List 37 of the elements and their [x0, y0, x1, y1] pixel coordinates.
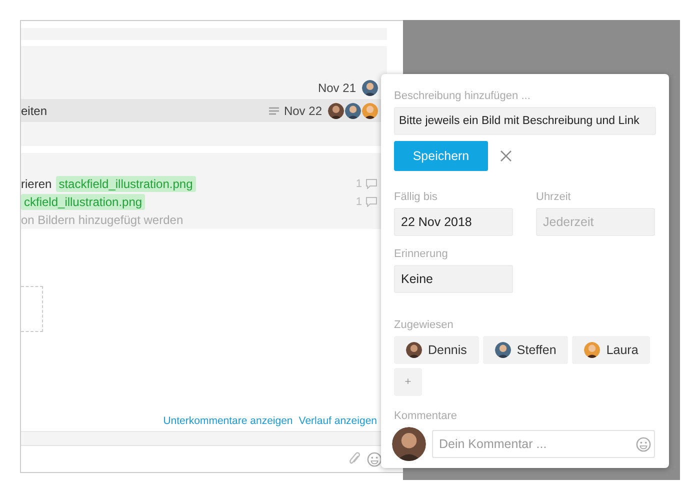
avatar [362, 80, 378, 96]
avatar [494, 342, 511, 358]
field-label: Zugewiesen [394, 319, 454, 331]
close-icon[interactable] [500, 150, 512, 162]
avatar [406, 342, 422, 358]
assignee-chip[interactable]: Steffen [482, 336, 568, 364]
description-field[interactable]: Bitte jeweils ein Bild mit Beschreibung und Link [394, 107, 656, 135]
task-row[interactable]: Nov 21 [21, 76, 387, 99]
avatar [328, 102, 344, 118]
task-title: eiten [21, 104, 48, 118]
drop-zone[interactable] [21, 286, 43, 332]
time-field[interactable]: Jederzeit [536, 208, 655, 236]
emoji-icon[interactable] [636, 437, 651, 452]
reminder-field[interactable]: Keine [394, 265, 513, 293]
checklist-text: rieren [21, 177, 52, 191]
field-label: Erinnerung [394, 248, 448, 260]
field-label: Beschreibung hinzufügen ... [394, 90, 530, 102]
assignee-chip[interactable]: Dennis [394, 336, 479, 364]
comment-count: 1 [356, 196, 362, 208]
avatar [392, 427, 426, 461]
comment-icon [366, 179, 377, 189]
avatar [584, 342, 600, 358]
paperclip-icon[interactable] [349, 452, 361, 466]
field-label: Uhrzeit [536, 191, 571, 203]
date-field[interactable]: 22 Nov 2018 [394, 208, 513, 236]
emoji-icon[interactable] [367, 452, 382, 466]
due-date: Nov 21 [318, 80, 356, 94]
field-label: Kommentare [394, 410, 457, 422]
comment-field[interactable]: Dein Kommentar ... [432, 430, 655, 458]
avatar [362, 102, 378, 118]
comment-icon [366, 197, 377, 207]
comment-count: 1 [356, 178, 362, 190]
checklist-hint: on Bildern hinzugefügt werden [21, 213, 184, 227]
assignee-chip[interactable]: Laura [572, 336, 650, 364]
due-date: Nov 22 [284, 104, 322, 118]
field-label: Fällig bis [394, 191, 438, 203]
avatar [345, 102, 361, 118]
